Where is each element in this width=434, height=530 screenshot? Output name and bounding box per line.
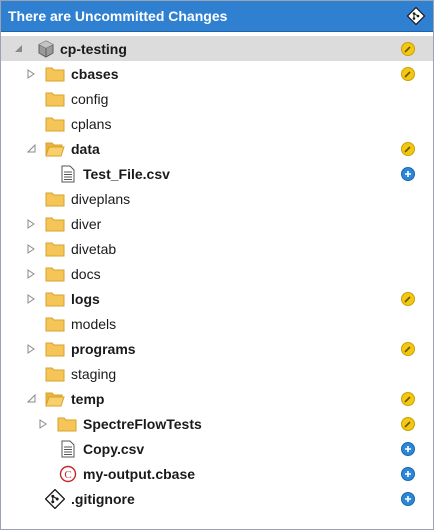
expand-arrow-icon[interactable] [26, 343, 36, 355]
tree-label: divetab [71, 240, 117, 257]
folder-icon [45, 339, 65, 359]
tree-row-my-output-cbase[interactable]: C my-output.cbase [1, 461, 433, 486]
tree-row-divetab[interactable]: divetab [1, 236, 433, 261]
folder-icon [45, 314, 65, 334]
tree-row-diveplans[interactable]: diveplans [1, 186, 433, 211]
tree-label: Copy.csv [83, 440, 145, 457]
folder-open-icon [45, 139, 65, 159]
text-file-icon [58, 439, 78, 459]
tree-row-test-file-csv[interactable]: Test_File.csv [1, 161, 433, 186]
folder-icon [45, 264, 65, 284]
project-cube-icon [36, 39, 56, 59]
folder-icon [45, 239, 65, 259]
folder-icon [45, 364, 65, 384]
cbase-file-icon: C [58, 464, 78, 484]
tree-row-gitignore[interactable]: .gitignore [1, 486, 433, 511]
tree-label: diver [71, 215, 102, 232]
file-tree: cp-testing cbases config cplans data Tes… [1, 32, 433, 511]
tree-row-cplans[interactable]: cplans [1, 111, 433, 136]
tree-row-diver[interactable]: diver [1, 211, 433, 236]
panel-header: There are Uncommitted Changes [1, 1, 433, 32]
added-status-icon [401, 166, 415, 181]
tree-label: my-output.cbase [83, 465, 196, 482]
tree-label: models [71, 315, 117, 332]
tree-label: .gitignore [71, 490, 135, 507]
tree-row-docs[interactable]: docs [1, 261, 433, 286]
tree-label: logs [71, 290, 100, 307]
expand-arrow-icon[interactable] [26, 68, 36, 80]
added-status-icon [401, 491, 415, 506]
folder-icon [57, 414, 77, 434]
tree-row-cp-testing[interactable]: cp-testing [1, 36, 433, 61]
added-status-icon [401, 466, 415, 481]
tree-row-models[interactable]: models [1, 311, 433, 336]
tree-label: diveplans [71, 190, 131, 207]
tree-label: Test_File.csv [83, 165, 170, 182]
expand-arrow-icon[interactable] [38, 418, 48, 430]
tree-label: data [71, 140, 100, 157]
modified-status-icon [401, 391, 415, 406]
folder-icon [45, 64, 65, 84]
expand-arrow-icon[interactable] [26, 243, 36, 255]
tree-label: cp-testing [60, 40, 127, 57]
collapse-arrow-icon[interactable] [26, 143, 36, 155]
tree-label: docs [71, 265, 101, 282]
modified-status-icon [401, 66, 415, 81]
tree-label: config [71, 90, 109, 107]
tree-row-logs[interactable]: logs [1, 286, 433, 311]
git-icon[interactable] [406, 6, 426, 26]
modified-status-icon [401, 291, 415, 306]
modified-status-icon [401, 41, 415, 56]
tree-row-spectreflowtests[interactable]: SpectreFlowTests [1, 411, 433, 436]
tree-label: temp [71, 390, 105, 407]
expand-arrow-icon[interactable] [26, 293, 36, 305]
tree-row-config[interactable]: config [1, 86, 433, 111]
text-file-icon [58, 164, 78, 184]
tree-row-copy-csv[interactable]: Copy.csv [1, 436, 433, 461]
tree-row-staging[interactable]: staging [1, 361, 433, 386]
svg-text:C: C [64, 469, 71, 481]
expand-arrow-icon[interactable] [26, 268, 36, 280]
tree-label: staging [71, 365, 117, 382]
tree-label: programs [71, 340, 136, 357]
collapse-arrow-icon[interactable] [26, 393, 36, 405]
modified-status-icon [401, 416, 415, 431]
tree-row-temp[interactable]: temp [1, 386, 433, 411]
tree-label: cplans [71, 115, 112, 132]
folder-icon [45, 289, 65, 309]
folder-icon [45, 189, 65, 209]
tree-label: cbases [71, 65, 119, 82]
modified-status-icon [401, 141, 415, 156]
collapse-arrow-icon[interactable] [13, 43, 23, 55]
folder-icon [45, 114, 65, 134]
tree-row-cbases[interactable]: cbases [1, 61, 433, 86]
modified-status-icon [401, 341, 415, 356]
folder-icon [45, 89, 65, 109]
tree-row-data[interactable]: data [1, 136, 433, 161]
folder-icon [45, 214, 65, 234]
expand-arrow-icon[interactable] [26, 218, 36, 230]
source-control-panel: There are Uncommitted Changes cp-testing… [0, 0, 434, 530]
git-file-icon [45, 488, 65, 509]
panel-title: There are Uncommitted Changes [8, 8, 228, 24]
tree-label: SpectreFlowTests [83, 415, 202, 432]
tree-row-programs[interactable]: programs [1, 336, 433, 361]
added-status-icon [401, 441, 415, 456]
folder-open-icon [45, 389, 65, 409]
